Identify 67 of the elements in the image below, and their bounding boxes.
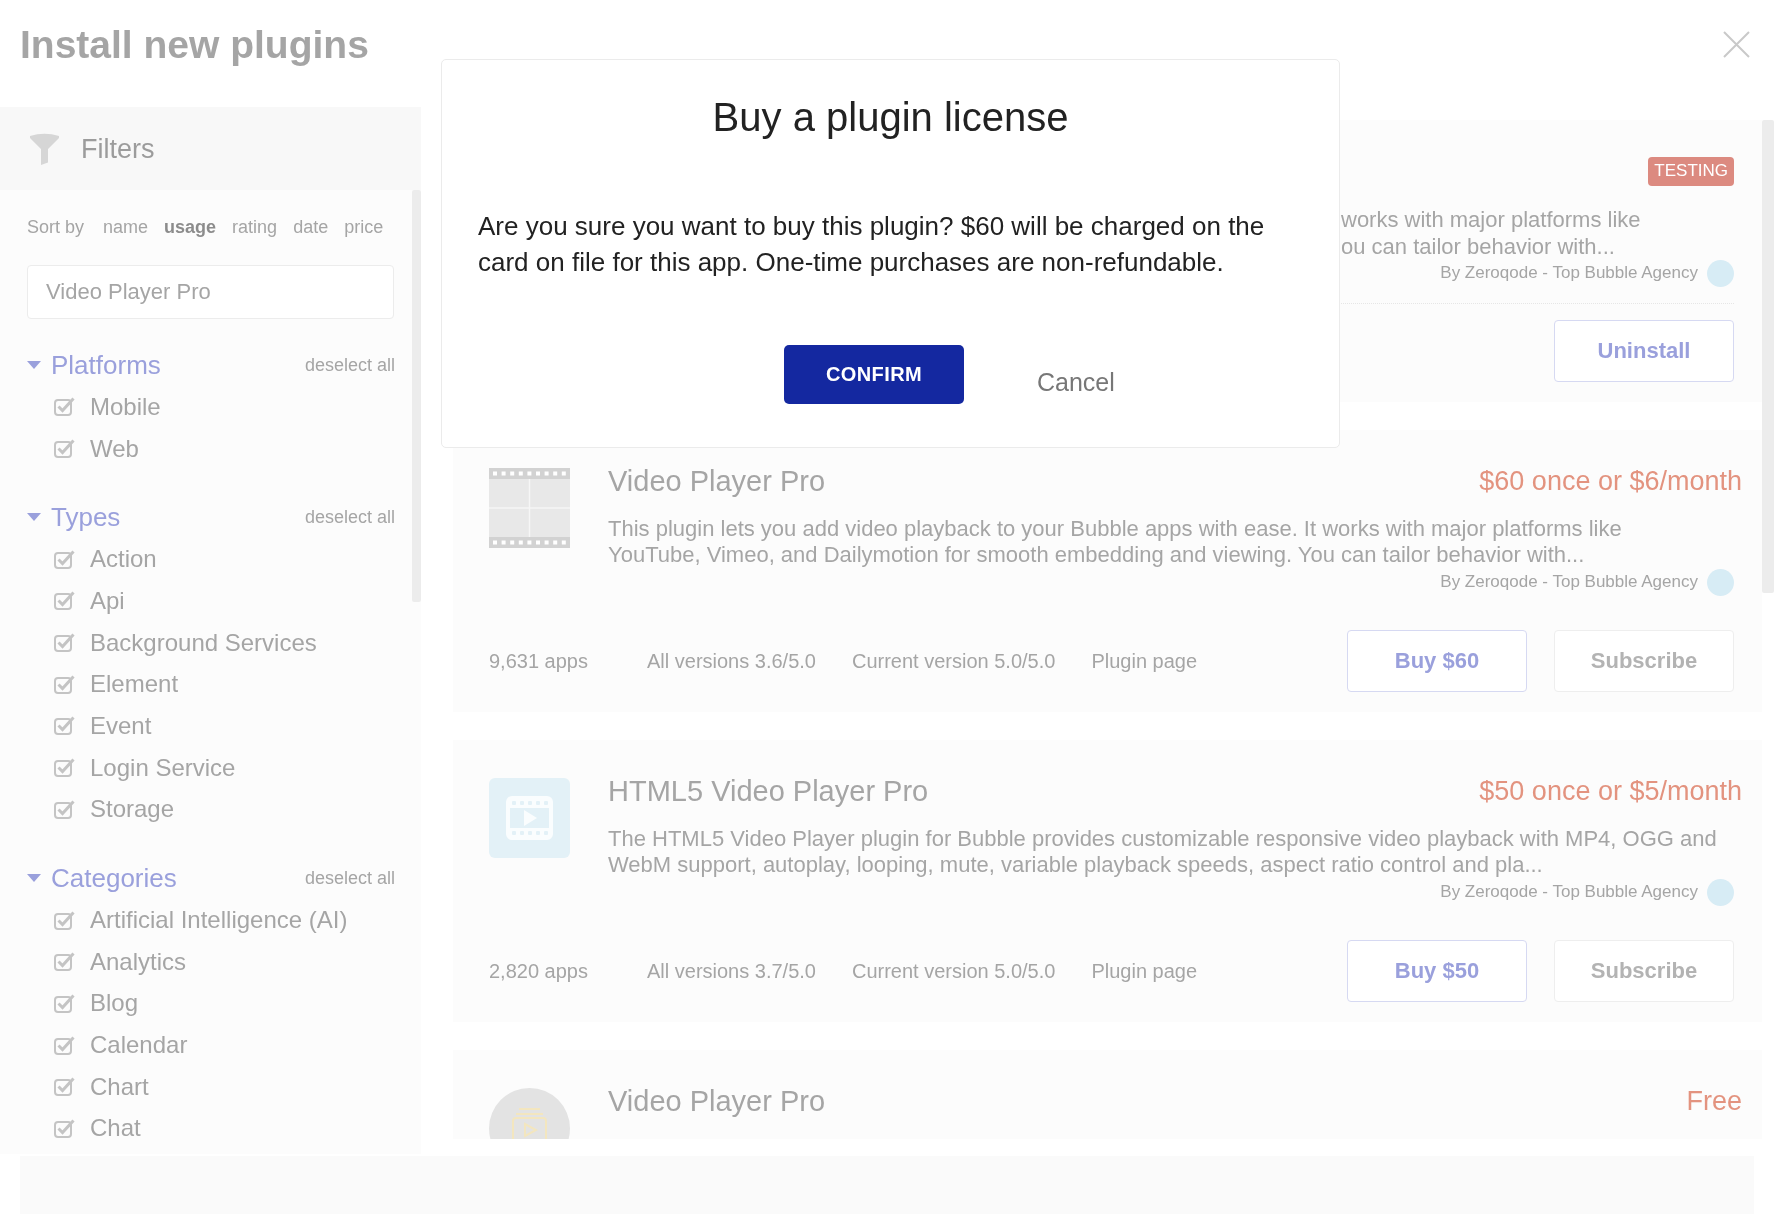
- install-count: 2,820 apps: [489, 959, 588, 983]
- video-stack-icon: [489, 1088, 570, 1139]
- status-badge: TESTING: [1648, 156, 1734, 186]
- plugin-title: Video Player Pro: [608, 1084, 826, 1119]
- install-count: 9,631 apps: [489, 649, 588, 673]
- plugin-page-link[interactable]: Plugin page: [1091, 649, 1198, 673]
- author-avatar: [1707, 568, 1734, 596]
- plugin-price: Free: [1686, 1085, 1742, 1118]
- version-info: Current version 5.0/5.0: [851, 959, 1056, 983]
- sort-option[interactable]: price: [344, 216, 384, 238]
- plugin-page-link[interactable]: Plugin page: [1091, 959, 1198, 983]
- filters-title: Filters: [81, 132, 155, 165]
- plugin-description: works with major platforms like ou can tailor behavior with...: [1341, 206, 1642, 260]
- author-avatar: [1707, 878, 1734, 906]
- version-info: All versions 3.7/5.0: [647, 959, 816, 983]
- plugin-description: The HTML5 Video Player plugin for Bubble provides customizable responsive video playback with MP4, OGG and WebM support, autoplay, looping, mute, variable playback speeds, aspect ratio control and pla...: [608, 826, 1717, 878]
- sort-option[interactable]: name: [103, 216, 149, 238]
- version-info: All versions 3.6/5.0: [647, 649, 816, 673]
- sort-label: Sort by: [27, 216, 85, 238]
- filter-checkbox[interactable]: Element: [54, 663, 179, 706]
- section-toggle[interactable]: Categories: [27, 863, 177, 894]
- filter-checkbox[interactable]: Analytics: [54, 940, 187, 983]
- filter-checkbox[interactable]: Background Services: [54, 621, 317, 664]
- plugin-price: $50 once or $5/month: [1479, 775, 1742, 808]
- filter-checkbox[interactable]: Storage: [54, 788, 175, 831]
- filter-checkbox[interactable]: Calendar: [54, 1024, 188, 1066]
- deselect-all-link[interactable]: deselect all: [304, 867, 395, 890]
- section-toggle[interactable]: Platforms: [27, 350, 161, 380]
- deselect-all-link[interactable]: deselect all: [304, 354, 395, 376]
- author-avatar: [1707, 259, 1734, 287]
- sort-option[interactable]: date: [293, 216, 329, 238]
- section-toggle[interactable]: Types: [27, 502, 121, 533]
- cancel-button[interactable]: Cancel: [1021, 362, 1131, 403]
- sort-option[interactable]: rating: [232, 216, 278, 238]
- dialog-title: Buy a plugin license: [712, 94, 1069, 140]
- uninstall-button[interactable]: Uninstall: [1554, 320, 1734, 382]
- close-button[interactable]: [1723, 31, 1750, 58]
- video-play-icon: [489, 778, 570, 858]
- filter-checkbox[interactable]: Login Service: [54, 746, 236, 789]
- funnel-icon: [30, 132, 59, 165]
- close-icon: [1723, 31, 1750, 58]
- filter-checkbox[interactable]: Blog: [54, 982, 139, 1025]
- filter-checkbox[interactable]: Api: [54, 580, 125, 622]
- buy-button[interactable]: Buy $60: [1347, 630, 1527, 692]
- dialog-message: Are you sure you want to buy this plugin? $60 will be charged on the card on file for this app. One-time purchases are non-refundable.: [478, 210, 1266, 279]
- search-field[interactable]: Video Player Pro: [27, 265, 394, 319]
- filter-checkbox[interactable]: Mobile: [54, 386, 161, 428]
- plugin-author: By Zeroqode - Top Bubble Agency: [1440, 882, 1698, 902]
- confirm-button[interactable]: CONFIRM: [784, 345, 964, 404]
- plugin-title: HTML5 Video Player Pro: [608, 774, 929, 809]
- version-info: Current version 5.0/5.0: [851, 649, 1056, 673]
- plugin-price: $60 once or $6/month: [1479, 465, 1742, 498]
- filter-checkbox[interactable]: Artificial Intelligence (AI): [54, 899, 348, 941]
- plugin-author: By Zeroqode - Top Bubble Agency: [1440, 263, 1698, 283]
- filter-checkbox[interactable]: Action: [54, 538, 157, 581]
- page-title: Install new plugins: [20, 22, 369, 68]
- plugin-title: Video Player Pro: [608, 464, 826, 499]
- filter-checkbox[interactable]: Chat: [54, 1107, 141, 1150]
- filter-checkbox[interactable]: Web: [54, 427, 139, 470]
- filter-checkbox[interactable]: Event: [54, 705, 152, 747]
- film-strip-icon: [489, 468, 570, 548]
- plugin-author: By Zeroqode - Top Bubble Agency: [1440, 572, 1698, 592]
- buy-button[interactable]: Buy $50: [1347, 940, 1527, 1002]
- filter-checkbox[interactable]: Chart: [54, 1065, 149, 1108]
- deselect-all-link[interactable]: deselect all: [304, 506, 395, 529]
- sort-option[interactable]: usage: [164, 216, 217, 238]
- plugin-description: This plugin lets you add video playback to your Bubble apps with ease. It works with major platforms like YouTube, Vimeo, and Dailymotion for smooth embedding and viewing. You can tailor behavior with...: [608, 516, 1622, 568]
